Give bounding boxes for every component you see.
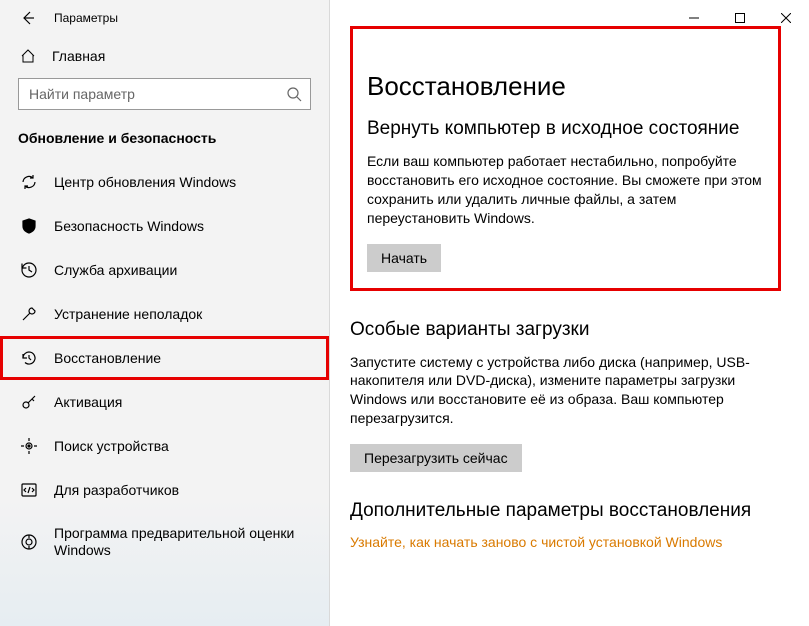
locate-icon: [20, 437, 38, 455]
sidebar-item-label: Служба архивации: [54, 262, 177, 278]
backup-icon: [20, 261, 38, 279]
fresh-start-link[interactable]: Узнайте, как начать заново с чистой уста…: [350, 534, 722, 550]
sidebar-item-insider[interactable]: Программа предварительной оценки Windows: [0, 512, 329, 572]
sidebar-item-label: Устранение неполадок: [54, 306, 202, 322]
sidebar-item-label: Активация: [54, 394, 122, 410]
sidebar-item-windows-update[interactable]: Центр обновления Windows: [0, 160, 329, 204]
sidebar-item-troubleshoot[interactable]: Устранение неполадок: [0, 292, 329, 336]
titlebar: Параметры: [0, 0, 329, 36]
content-area: Восстановление Вернуть компьютер в исход…: [330, 0, 809, 626]
reset-heading: Вернуть компьютер в исходное состояние: [367, 118, 764, 140]
search-input[interactable]: [18, 78, 311, 110]
search-icon: [286, 86, 302, 102]
sidebar-item-label: Для разработчиков: [54, 482, 179, 498]
wrench-icon: [20, 305, 38, 323]
home-icon: [20, 48, 36, 64]
sidebar-item-label: Восстановление: [54, 350, 161, 366]
close-button[interactable]: [763, 4, 809, 32]
sidebar-item-label: Центр обновления Windows: [54, 174, 236, 190]
sidebar-item-recovery[interactable]: Восстановление: [0, 336, 329, 380]
sidebar-item-label: Поиск устройства: [54, 438, 169, 454]
sidebar: Параметры Главная Обновление и безопасно…: [0, 0, 330, 626]
sidebar-section-title: Обновление и безопасность: [0, 110, 329, 160]
more-heading: Дополнительные параметры восстановления: [350, 500, 781, 522]
shield-icon: [20, 217, 38, 235]
code-icon: [20, 481, 38, 499]
sidebar-item-backup[interactable]: Служба архивации: [0, 248, 329, 292]
more-recovery-section: Дополнительные параметры восстановления …: [350, 500, 781, 550]
nav-list: Центр обновления Windows Безопасность Wi…: [0, 160, 329, 572]
reset-start-button[interactable]: Начать: [367, 244, 441, 272]
history-icon: [20, 349, 38, 367]
advanced-heading: Особые варианты загрузки: [350, 319, 781, 341]
back-icon[interactable]: [20, 10, 36, 26]
insider-icon: [20, 533, 38, 551]
window-controls: [671, 4, 809, 32]
page-title: Восстановление: [367, 71, 764, 102]
sidebar-item-security[interactable]: Безопасность Windows: [0, 204, 329, 248]
titlebar-text: Параметры: [54, 11, 118, 25]
sidebar-item-find-device[interactable]: Поиск устройства: [0, 424, 329, 468]
reset-pc-section: Восстановление Вернуть компьютер в исход…: [350, 26, 781, 291]
advanced-body: Запустите систему с устройства либо диск…: [350, 353, 781, 429]
home-label: Главная: [52, 48, 105, 64]
sidebar-item-label: Безопасность Windows: [54, 218, 204, 234]
restart-now-button[interactable]: Перезагрузить сейчас: [350, 444, 522, 472]
sidebar-item-home[interactable]: Главная: [0, 36, 329, 74]
maximize-button[interactable]: [717, 4, 763, 32]
sidebar-item-label: Программа предварительной оценки Windows: [54, 525, 309, 559]
sidebar-item-developers[interactable]: Для разработчиков: [0, 468, 329, 512]
key-icon: [20, 393, 38, 411]
minimize-button[interactable]: [671, 4, 717, 32]
sync-icon: [20, 173, 38, 191]
sidebar-item-activation[interactable]: Активация: [0, 380, 329, 424]
reset-body: Если ваш компьютер работает нестабильно,…: [367, 152, 764, 228]
advanced-startup-section: Особые варианты загрузки Запустите систе…: [350, 319, 781, 473]
